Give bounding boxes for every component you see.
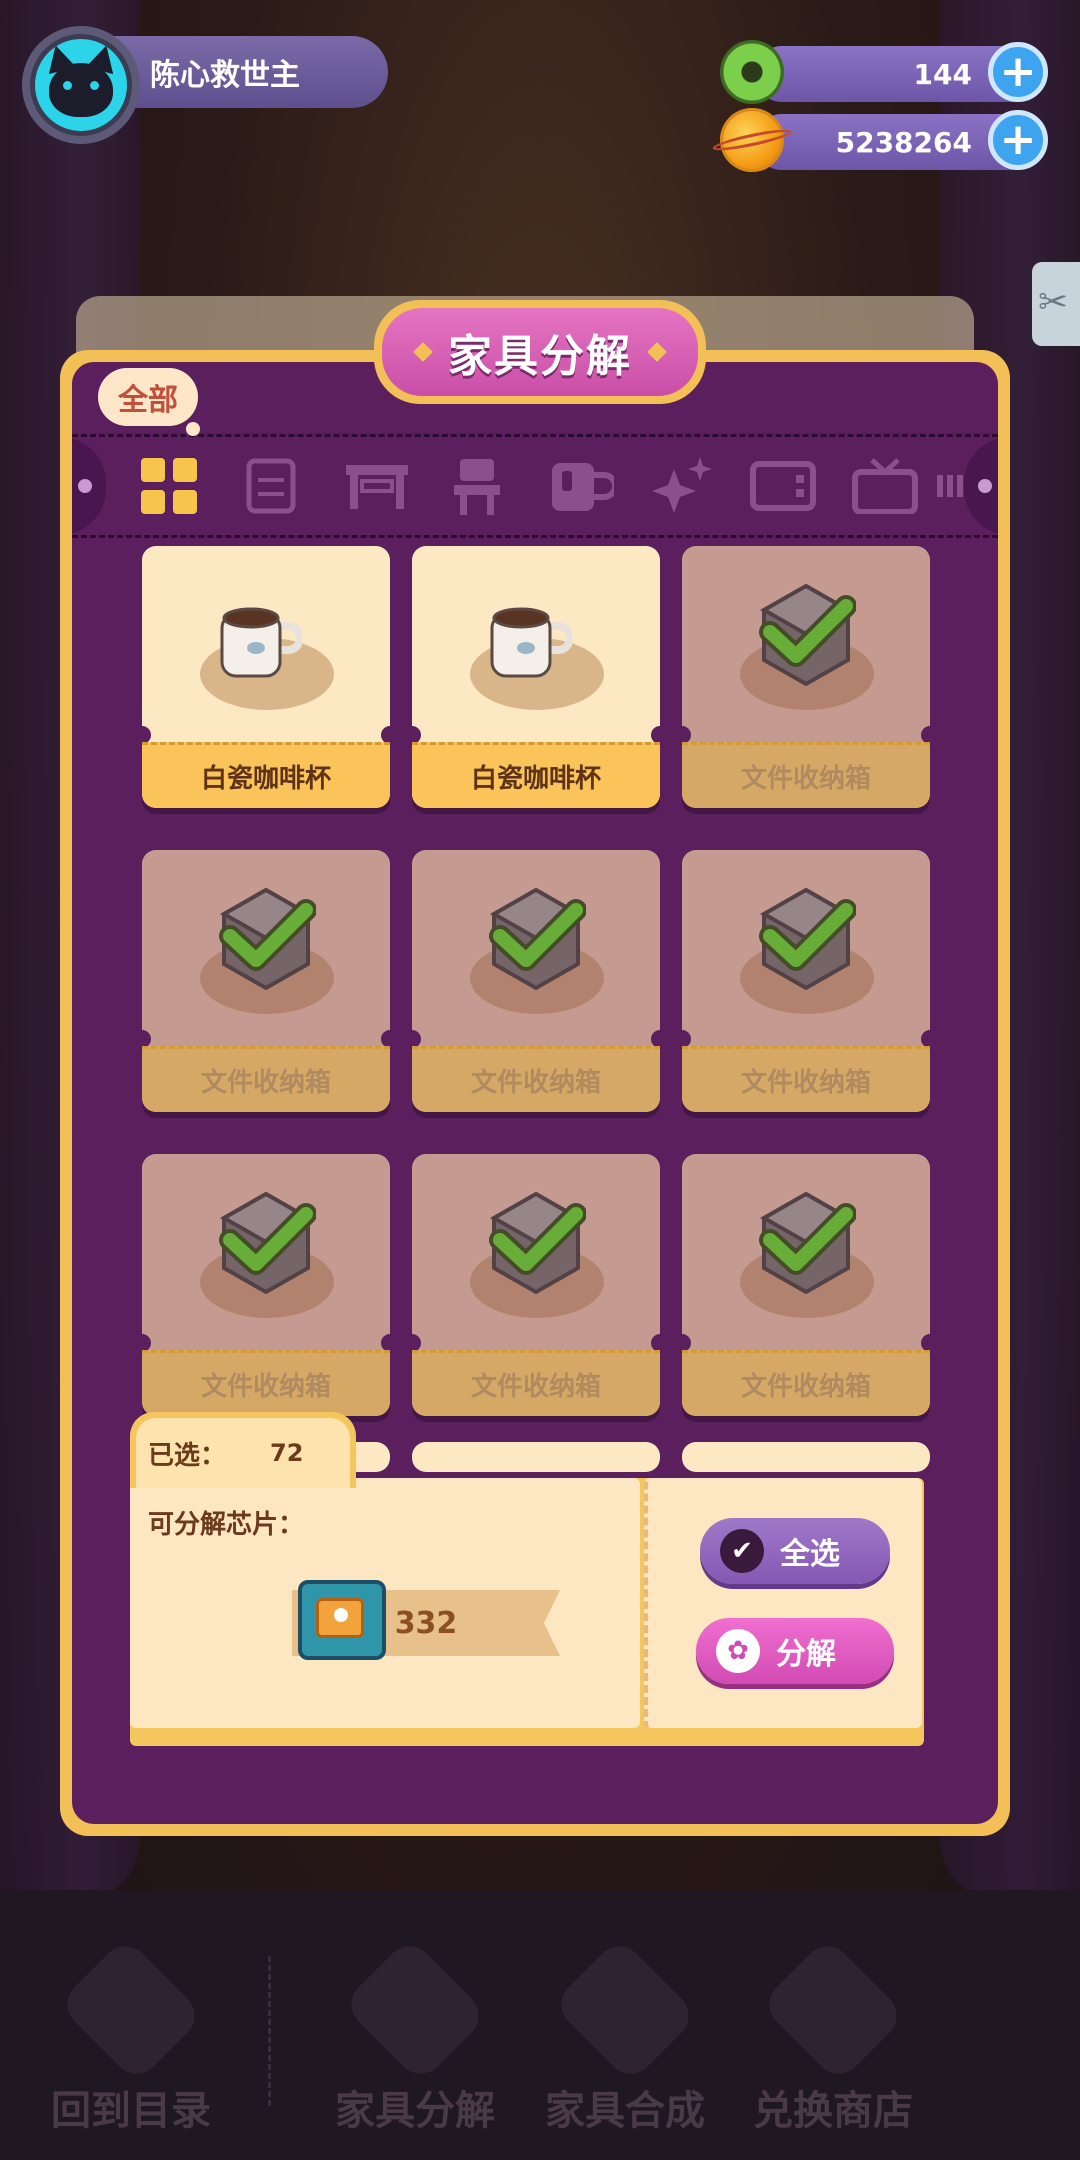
select-all-button[interactable]: ✔ 全选: [700, 1518, 890, 1584]
sparkle-icon[interactable]: [652, 457, 716, 515]
item-name: 文件收纳箱: [682, 1046, 930, 1112]
nav-back-to-catalog[interactable]: 回到目录: [36, 1936, 226, 2134]
item-name: 文件收纳箱: [142, 1350, 390, 1416]
select-all-label: 全选: [780, 1537, 840, 1572]
selected-count: 72: [270, 1439, 304, 1467]
coffee-cup-icon: [490, 607, 572, 678]
gift-icon: [759, 1936, 907, 2084]
item-card[interactable]: 文件收纳箱: [412, 1154, 660, 1416]
player-name[interactable]: 陈心救世主: [100, 36, 388, 108]
scissors-icon: ✂: [1038, 282, 1069, 323]
more-icon[interactable]: [934, 457, 970, 515]
nav-divider: [268, 1956, 273, 2106]
nav-label: 家具合成: [545, 2088, 705, 2134]
display-icon[interactable]: [852, 457, 918, 515]
item-name: 文件收纳箱: [682, 1350, 930, 1416]
donut-coin-icon: [720, 40, 784, 104]
item-card[interactable]: 白瓷咖啡杯: [412, 546, 660, 808]
add-planet-button[interactable]: +: [988, 110, 1048, 170]
currency-value: 5238264: [835, 125, 972, 159]
nav-compose[interactable]: 家具合成: [530, 1936, 720, 2134]
decompose-label: 分解: [776, 1637, 836, 1672]
item-card[interactable]: 文件收纳箱: [682, 850, 930, 1112]
panel-title-badge: 家具分解: [374, 300, 706, 404]
nav-label: 兑换商店: [753, 2088, 913, 2134]
mug-icon[interactable]: [550, 457, 614, 515]
item-card[interactable]: 白瓷咖啡杯: [142, 546, 390, 808]
item-card-peek: [412, 1442, 660, 1472]
puzzle-icon: [341, 1936, 489, 2084]
tab-prev-arrow[interactable]: [72, 437, 106, 535]
decompose-panel: 白瓷咖啡杯 白瓷咖啡杯 文件收纳箱 文件收纳箱 文件收纳箱 文件收纳箱 文件收纳箱 文件收纳箱…: [60, 350, 1010, 1836]
item-card[interactable]: 文件收纳箱: [682, 1154, 930, 1416]
item-name: 文件收纳箱: [412, 1350, 660, 1416]
share-button[interactable]: ✂: [1032, 262, 1080, 346]
currency-donut: 144 +: [720, 40, 1048, 104]
avatar[interactable]: [22, 26, 140, 144]
item-name: 文件收纳箱: [412, 1046, 660, 1112]
nav-label: 回到目录: [51, 2088, 211, 2134]
nav-exchange-shop[interactable]: 兑换商店: [738, 1936, 928, 2134]
item-name: 文件收纳箱: [142, 1046, 390, 1112]
chip-label: 可分解芯片：: [148, 1510, 305, 1540]
all-grid-icon[interactable]: [140, 457, 198, 515]
item-name: 文件收纳箱: [682, 742, 930, 808]
nav-label: 家具分解: [335, 2088, 495, 2134]
item-card-peek: [682, 1442, 930, 1472]
flower-icon: ✿: [716, 1629, 760, 1673]
item-card[interactable]: 文件收纳箱: [142, 1154, 390, 1416]
coffee-cup-icon: [220, 607, 302, 678]
item-name: 白瓷咖啡杯: [142, 742, 390, 808]
decompose-summary: 可分解芯片： 332 ✔ 全选 ✿ 分解: [130, 1478, 924, 1746]
item-card[interactable]: 文件收纳箱: [682, 546, 930, 808]
nav-decompose[interactable]: 家具分解: [320, 1936, 510, 2134]
selected-label: 已选：: [148, 1440, 227, 1471]
item-card[interactable]: 文件收纳箱: [412, 850, 660, 1112]
currency-value: 144: [913, 57, 972, 91]
item-name: 白瓷咖啡杯: [412, 742, 660, 808]
selected-count-tab: 已选： 72: [130, 1412, 356, 1488]
decompose-button[interactable]: ✿ 分解: [696, 1618, 894, 1684]
planet-coin-icon: [720, 108, 784, 172]
panel-title: 家具分解: [382, 308, 698, 396]
add-donut-button[interactable]: +: [988, 42, 1048, 102]
chair-icon[interactable]: [448, 457, 506, 515]
category-tabbar: [72, 434, 998, 538]
cat-icon: [35, 39, 127, 131]
currency-planet: 5238264 +: [720, 108, 1048, 172]
chip-value: 332: [394, 1605, 458, 1641]
hammer-icon: [551, 1936, 699, 2084]
back-book-icon: [57, 1936, 205, 2084]
cabinet-icon[interactable]: [242, 457, 300, 515]
tv-icon[interactable]: [750, 457, 816, 515]
filter-tag: 全部: [98, 368, 200, 436]
item-card[interactable]: 文件收纳箱: [142, 850, 390, 1112]
check-circle-icon: ✔: [720, 1529, 764, 1573]
table-icon[interactable]: [344, 457, 410, 515]
